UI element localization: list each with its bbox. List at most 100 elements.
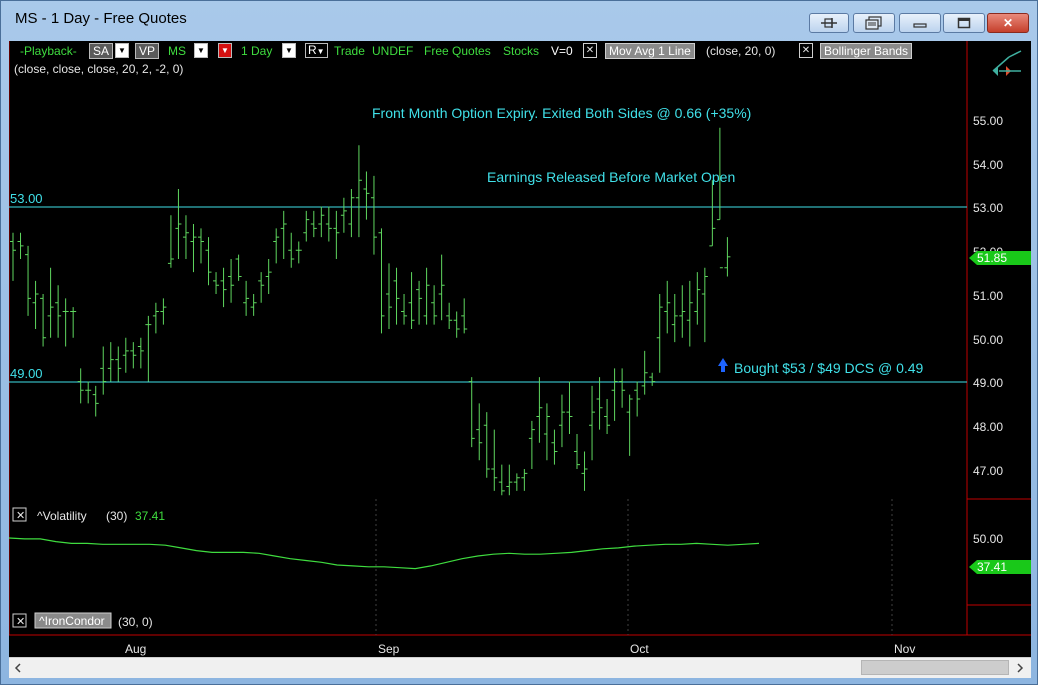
ohlc-bar[interactable]: [333, 210, 340, 259]
ohlc-bar[interactable]: [122, 337, 129, 373]
ohlc-bar[interactable]: [10, 232, 16, 281]
maximize-button[interactable]: [943, 13, 985, 33]
scroll-right-button[interactable]: [1013, 660, 1027, 676]
ohlc-bar[interactable]: [175, 189, 182, 259]
chart-navigation-icon[interactable]: [992, 50, 1022, 76]
ohlc-bar[interactable]: [348, 189, 355, 238]
ohlc-bar[interactable]: [679, 285, 686, 338]
ohlc-bar[interactable]: [686, 280, 693, 347]
ohlc-bar[interactable]: [551, 429, 558, 465]
ohlc-bar[interactable]: [641, 350, 648, 395]
ohlc-bar[interactable]: [416, 280, 423, 325]
minimize-button[interactable]: [899, 13, 941, 33]
ohlc-bar[interactable]: [543, 403, 550, 461]
ohlc-bar[interactable]: [483, 412, 490, 478]
ohlc-bar[interactable]: [566, 381, 573, 435]
ohlc-bar[interactable]: [378, 228, 385, 334]
ohlc-bar[interactable]: [198, 228, 204, 264]
ohlc-bar[interactable]: [604, 399, 611, 434]
ohlc-bar[interactable]: [656, 294, 663, 373]
ohlc-bar[interactable]: [619, 368, 626, 408]
chart-area[interactable]: 53.00 49.00 55.00 54.00 53.00 52.00 51.0…: [9, 41, 1031, 657]
chart-canvas[interactable]: 53.00 49.00 55.00 54.00 53.00 52.00 51.0…: [9, 41, 1031, 657]
ohlc-bar[interactable]: [160, 298, 167, 325]
ohlc-bar[interactable]: [205, 237, 212, 286]
ohlc-bar[interactable]: [363, 171, 370, 220]
bollinger-remove-button[interactable]: ✕: [799, 43, 813, 58]
ohlc-bar[interactable]: [438, 254, 445, 321]
ohlc-bar[interactable]: [295, 241, 302, 264]
interval-dropdown-icon[interactable]: ▼: [282, 43, 296, 58]
interval-label[interactable]: 1 Day: [241, 44, 272, 58]
ohlc-bar[interactable]: [115, 346, 122, 382]
symbol-dropdown-icon[interactable]: ▼: [194, 43, 208, 58]
ohlc-bar[interactable]: [634, 381, 641, 417]
buy-arrow-icon[interactable]: [718, 358, 728, 372]
ohlc-bar[interactable]: [288, 232, 295, 268]
ohlc-bar[interactable]: [258, 272, 265, 303]
ohlc-bar[interactable]: [273, 228, 280, 264]
ohlc-bar[interactable]: [47, 267, 54, 338]
ohlc-bar[interactable]: [145, 315, 152, 382]
ohlc-bar[interactable]: [152, 302, 159, 334]
ohlc-bar[interactable]: [626, 394, 633, 456]
ohlc-bar[interactable]: [386, 263, 392, 329]
sa-dropdown-icon[interactable]: ▼: [115, 43, 129, 58]
ohlc-bar[interactable]: [340, 197, 347, 233]
ohlc-bar[interactable]: [701, 267, 708, 343]
ohlc-bar[interactable]: [596, 377, 603, 430]
ohlc-bar[interactable]: [468, 377, 475, 448]
ohlc-bar[interactable]: [664, 280, 671, 334]
ohlc-bar[interactable]: [431, 285, 438, 325]
ohlc-bar[interactable]: [506, 464, 513, 496]
ohlc-bar[interactable]: [521, 469, 528, 491]
ohlc-bar[interactable]: [318, 206, 325, 238]
ohlc-bar[interactable]: [694, 272, 701, 325]
ohlc-bar[interactable]: [611, 368, 618, 421]
annotation-expiry[interactable]: Front Month Option Expiry. Exited Both S…: [372, 105, 751, 121]
ohlc-bar[interactable]: [17, 232, 24, 259]
horizontal-scrollbar[interactable]: [9, 657, 1031, 678]
ohlc-bar[interactable]: [671, 294, 678, 343]
ohlc-bar[interactable]: [649, 372, 656, 386]
ohlc-bar[interactable]: [355, 145, 362, 238]
ohlc-bar[interactable]: [476, 403, 483, 461]
playback-label[interactable]: -Playback-: [20, 44, 77, 58]
ohlc-bar[interactable]: [498, 464, 505, 496]
ohlc-bar[interactable]: [70, 307, 77, 338]
ohlc-bar[interactable]: [423, 267, 430, 325]
ohlc-bar[interactable]: [558, 394, 565, 448]
ohlc-bar[interactable]: [220, 267, 227, 308]
ohlc-bar[interactable]: [190, 224, 197, 273]
ohlc-bar[interactable]: [62, 298, 69, 347]
ohlc-bar[interactable]: [491, 429, 498, 491]
ohlc-bar[interactable]: [370, 175, 377, 255]
sa-button[interactable]: SA: [89, 43, 114, 59]
scroll-left-button[interactable]: [11, 660, 25, 676]
pin-button[interactable]: [809, 13, 849, 33]
ohlc-bar[interactable]: [408, 272, 415, 329]
volatility-line[interactable]: [9, 537, 760, 570]
mov-avg-remove-button[interactable]: ✕: [583, 43, 597, 58]
vp-button[interactable]: VP: [135, 43, 160, 59]
ohlc-bar[interactable]: [280, 210, 287, 259]
account-label[interactable]: UNDEF: [372, 44, 413, 58]
ohlc-bar[interactable]: [85, 381, 92, 404]
ohlc-bar[interactable]: [32, 280, 39, 329]
ohlc-bar[interactable]: [310, 210, 317, 238]
stocks-label[interactable]: Stocks: [503, 44, 539, 58]
ohlc-bar[interactable]: [581, 451, 588, 491]
ohlc-bar[interactable]: [243, 280, 250, 316]
range-button[interactable]: R▼: [305, 43, 328, 58]
trade-label[interactable]: Trade: [334, 44, 365, 58]
ohlc-bar[interactable]: [265, 259, 272, 294]
ohlc-bar[interactable]: [528, 420, 535, 469]
ohlc-bar[interactable]: [100, 346, 107, 395]
ohlc-bar[interactable]: [137, 337, 144, 369]
ohlc-bar[interactable]: [536, 377, 543, 443]
ohlc-bar[interactable]: [130, 342, 137, 369]
ohlc-bar[interactable]: [724, 237, 731, 277]
ohlc-bar[interactable]: [401, 294, 408, 325]
ohlc-bar[interactable]: [228, 259, 235, 303]
symbol-label[interactable]: MS: [168, 44, 186, 58]
